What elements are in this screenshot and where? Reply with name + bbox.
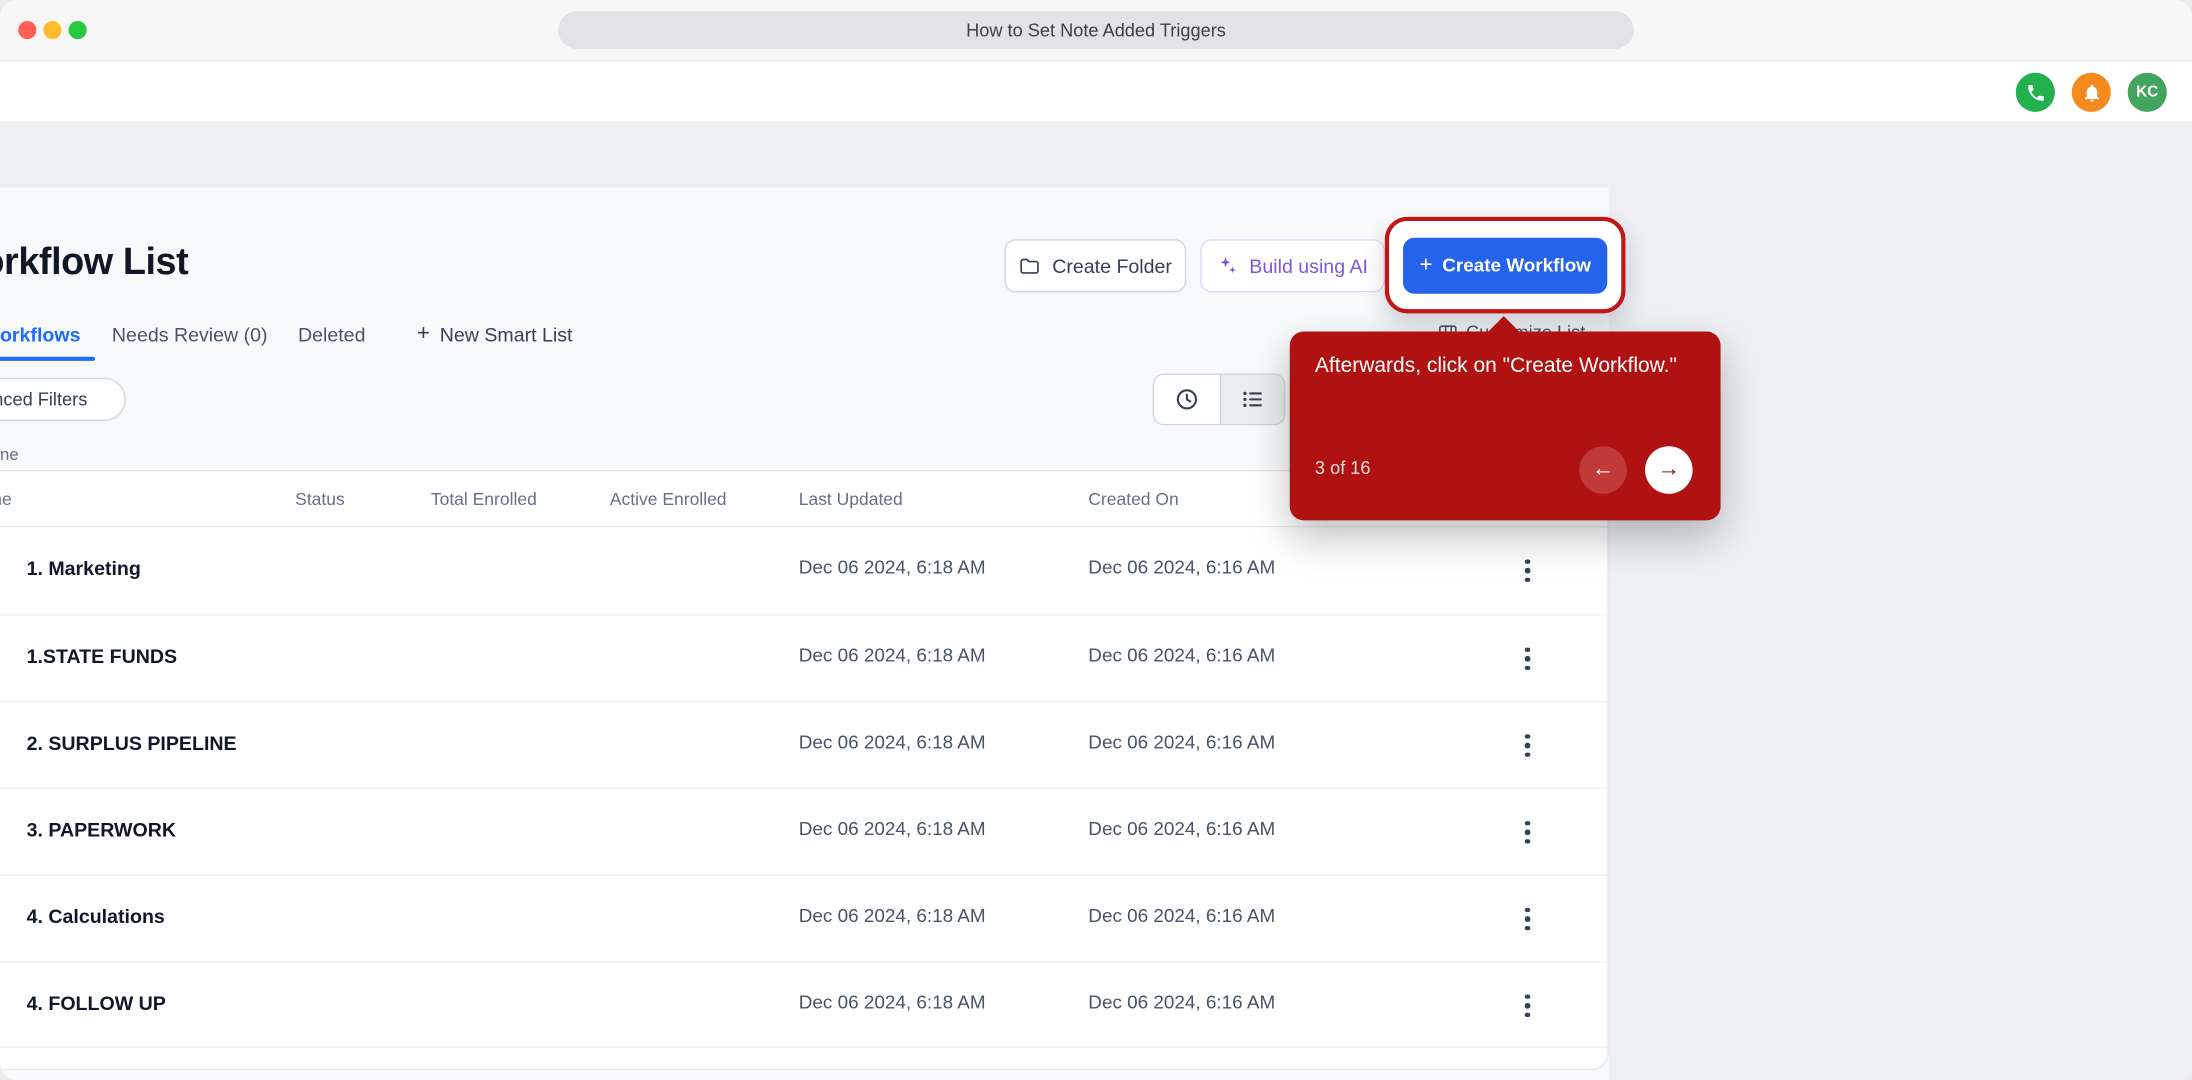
plus-icon: + [1419,254,1432,276]
created-on: Dec 06 2024, 6:16 AM [1088,557,1275,578]
workflow-name[interactable]: 3. PAPERWORK [27,818,176,840]
advanced-filters-button[interactable]: Advanced Filters [0,378,126,421]
table-footer-edge [0,1046,1607,1068]
column-header-status: Status [295,490,345,510]
row-menu-button[interactable] [1509,986,1545,1025]
page-title: Workflow List [0,241,188,284]
table-row[interactable]: 1. Marketing Dec 06 2024, 6:18 AM Dec 06… [0,527,1607,614]
workflow-name[interactable]: 2. SURPLUS PIPELINE [27,732,237,754]
fullscreen-window-button[interactable] [69,21,87,39]
created-on: Dec 06 2024, 6:16 AM [1088,818,1275,839]
clock-icon [1175,387,1199,411]
tab-deleted[interactable]: Deleted [298,323,366,345]
tooltip-text: Afterwards, click on "Create Workflow." [1315,353,1693,382]
workflow-name[interactable]: 4. FOLLOW UP [27,992,166,1014]
row-menu-button[interactable] [1509,813,1545,852]
row-menu-button[interactable] [1509,551,1545,590]
search-by-name-fragment: ne [0,445,19,465]
view-toggle-group [1153,373,1286,425]
tutorial-highlight-ring: + Create Workflow [1385,217,1626,314]
table-row[interactable]: 2. SURPLUS PIPELINE Dec 06 2024, 6:18 AM… [0,701,1607,788]
app-window: How to Set Note Added Triggers KC Workfl… [0,0,2192,1080]
table-body: 1. Marketing Dec 06 2024, 6:18 AM Dec 06… [0,527,1607,1047]
created-on: Dec 06 2024, 6:16 AM [1088,905,1275,926]
last-updated: Dec 06 2024, 6:18 AM [799,732,986,753]
table-row[interactable]: 4. FOLLOW UP Dec 06 2024, 6:18 AM Dec 06… [0,961,1607,1048]
new-smart-list-button[interactable]: + New Smart List [417,323,573,345]
column-header-active-enrolled: Active Enrolled [610,490,727,510]
list-view-button[interactable] [1219,375,1284,424]
tooltip-arrow-up-icon [1488,316,1519,331]
active-tab-underline [0,357,95,361]
notifications-button[interactable] [2072,73,2111,112]
minimize-window-button[interactable] [43,21,61,39]
window-titlebar: How to Set Note Added Triggers [0,0,2192,62]
create-folder-button[interactable]: Create Folder [1004,239,1186,292]
row-menu-button[interactable] [1509,899,1545,938]
tooltip-previous-button[interactable]: ← [1579,446,1627,494]
tutorial-tooltip: Afterwards, click on "Create Workflow." … [1290,332,1721,521]
create-workflow-button[interactable]: + Create Workflow [1403,237,1607,293]
list-icon [1240,387,1264,411]
window-title: How to Set Note Added Triggers [558,11,1634,49]
last-updated: Dec 06 2024, 6:18 AM [799,645,986,666]
workflow-name[interactable]: 1. Marketing [27,557,141,579]
workflow-name[interactable]: 4. Calculations [27,905,165,927]
column-header-name: Name [0,490,12,510]
magic-wand-icon [1217,255,1238,276]
created-on: Dec 06 2024, 6:16 AM [1088,732,1275,753]
last-updated: Dec 06 2024, 6:18 AM [799,818,986,839]
tab-workflows[interactable]: Workflows [0,323,80,345]
column-header-created-on: Created On [1088,490,1178,510]
last-updated: Dec 06 2024, 6:18 AM [799,905,986,926]
created-on: Dec 06 2024, 6:16 AM [1088,992,1275,1013]
avatar[interactable]: KC [2128,73,2167,112]
history-view-button[interactable] [1154,375,1219,424]
table-row[interactable]: 3. PAPERWORK Dec 06 2024, 6:18 AM Dec 06… [0,788,1607,875]
phone-button[interactable] [2016,73,2055,112]
tooltip-step-counter: 3 of 16 [1315,457,1371,478]
close-window-button[interactable] [18,21,36,39]
phone-icon [2025,82,2046,103]
plus-icon: + [417,323,430,345]
workflow-table-card: Name Status Total Enrolled Active Enroll… [0,470,1609,1070]
build-using-ai-label: Build using AI [1249,255,1368,277]
new-smart-list-label: New Smart List [440,323,573,345]
column-header-total-enrolled: Total Enrolled [431,490,537,510]
row-menu-button[interactable] [1509,726,1545,765]
created-on: Dec 06 2024, 6:16 AM [1088,645,1275,666]
last-updated: Dec 06 2024, 6:18 AM [799,557,986,578]
tab-needs-review[interactable]: Needs Review (0) [112,323,268,345]
folder-icon [1019,255,1041,277]
build-using-ai-button[interactable]: Build using AI [1200,239,1385,292]
create-folder-label: Create Folder [1052,255,1172,277]
column-header-last-updated: Last Updated [799,490,903,510]
table-row[interactable]: 1.STATE FUNDS Dec 06 2024, 6:18 AM Dec 0… [0,614,1607,701]
row-menu-button[interactable] [1509,639,1545,678]
workflow-name[interactable]: 1.STATE FUNDS [27,645,178,667]
last-updated: Dec 06 2024, 6:18 AM [799,992,986,1013]
screen: How to Set Note Added Triggers KC Workfl… [0,0,2192,1080]
tooltip-next-button[interactable]: → [1645,446,1693,494]
create-workflow-label: Create Workflow [1442,255,1591,276]
table-row[interactable]: 4. Calculations Dec 06 2024, 6:18 AM Dec… [0,874,1607,961]
app-header: KC [0,62,2192,124]
bell-icon [2081,82,2102,103]
